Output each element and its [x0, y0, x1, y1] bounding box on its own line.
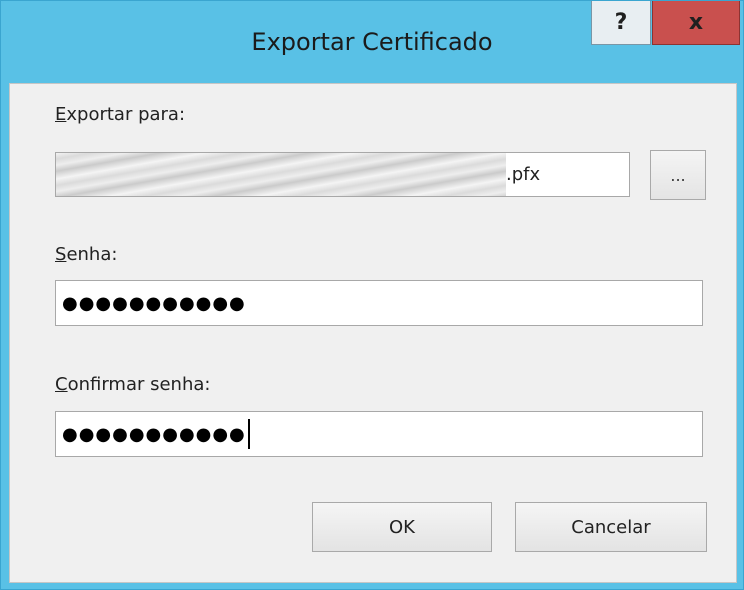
confirm-password-label-accelerator: C [55, 374, 68, 395]
confirm-password-label: Confirmar senha: [55, 374, 210, 395]
help-button[interactable]: ? [591, 1, 651, 45]
password-masked-value: ●●●●●●●●●●● [62, 292, 246, 314]
redacted-path-blur [56, 153, 506, 196]
confirm-password-label-text: onfirmar senha: [67, 374, 211, 395]
dialog-body: Exportar para: .pfx ... Senha: ●●●●●●●●●… [9, 83, 737, 583]
password-label-text: enha: [66, 244, 118, 265]
export-to-label: Exportar para: [55, 104, 185, 125]
browse-button-label: ... [670, 165, 686, 185]
ok-button[interactable]: OK [312, 502, 492, 552]
password-label-accelerator: S [55, 244, 67, 265]
export-to-label-accelerator: E [55, 104, 67, 125]
export-to-label-text: xportar para: [66, 104, 186, 125]
help-icon: ? [614, 10, 628, 35]
text-cursor [247, 419, 250, 449]
browse-button[interactable]: ... [650, 150, 706, 200]
close-button[interactable]: x [652, 1, 740, 45]
password-label: Senha: [55, 244, 117, 265]
password-input[interactable]: ●●●●●●●●●●● [55, 280, 703, 326]
confirm-password-input[interactable]: ●●●●●●●●●●● [55, 411, 703, 457]
export-path-extension: .pfx [506, 164, 541, 185]
close-icon: x [688, 10, 704, 35]
export-path-input[interactable]: .pfx [55, 152, 630, 197]
cancel-button-label: Cancelar [571, 516, 651, 538]
cancel-button[interactable]: Cancelar [515, 502, 707, 552]
ok-button-label: OK [389, 516, 415, 538]
title-bar[interactable]: Exportar Certificado ? x [1, 1, 743, 83]
confirm-password-masked-value: ●●●●●●●●●●● [62, 423, 246, 445]
export-certificate-dialog: Exportar Certificado ? x Exportar para: … [0, 0, 744, 590]
